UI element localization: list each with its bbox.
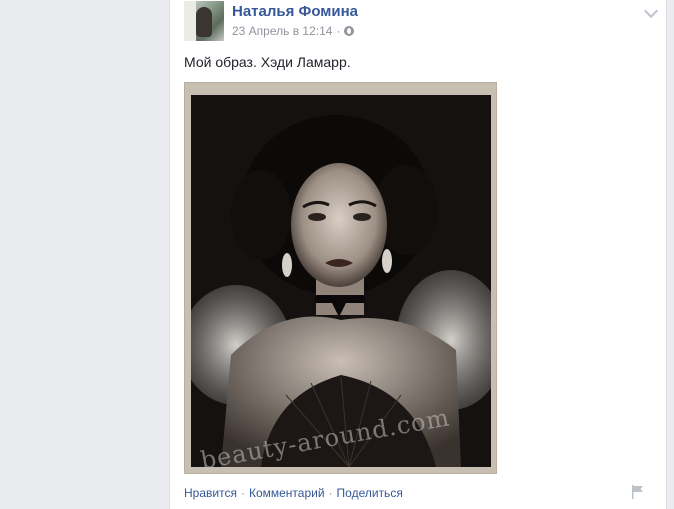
globe-icon[interactable] xyxy=(344,26,355,36)
avatar[interactable] xyxy=(184,1,224,41)
action-separator: · xyxy=(328,486,333,500)
comment-link[interactable]: Комментарий xyxy=(249,486,325,500)
meta-separator: · xyxy=(336,24,341,38)
action-separator: · xyxy=(240,486,245,500)
chevron-down-icon[interactable] xyxy=(643,3,659,19)
post-meta: 23 Апрель в 12:14 · xyxy=(232,24,355,38)
flag-icon[interactable] xyxy=(632,485,644,499)
post-actions: Нравится · Комментарий · Поделиться xyxy=(184,486,403,500)
like-link[interactable]: Нравится xyxy=(184,486,237,500)
post-author-name[interactable]: Наталья Фомина xyxy=(232,3,358,20)
share-link[interactable]: Поделиться xyxy=(337,486,403,500)
post-photo[interactable]: beauty-around.com xyxy=(184,82,497,474)
post-text: Мой образ. Хэди Ламарр. xyxy=(184,54,351,70)
post-timestamp[interactable]: 23 Апрель в 12:14 xyxy=(232,24,332,38)
photo-content: beauty-around.com xyxy=(191,95,491,467)
post-card: Наталья Фомина 23 Апрель в 12:14 · Мой о… xyxy=(169,0,667,509)
